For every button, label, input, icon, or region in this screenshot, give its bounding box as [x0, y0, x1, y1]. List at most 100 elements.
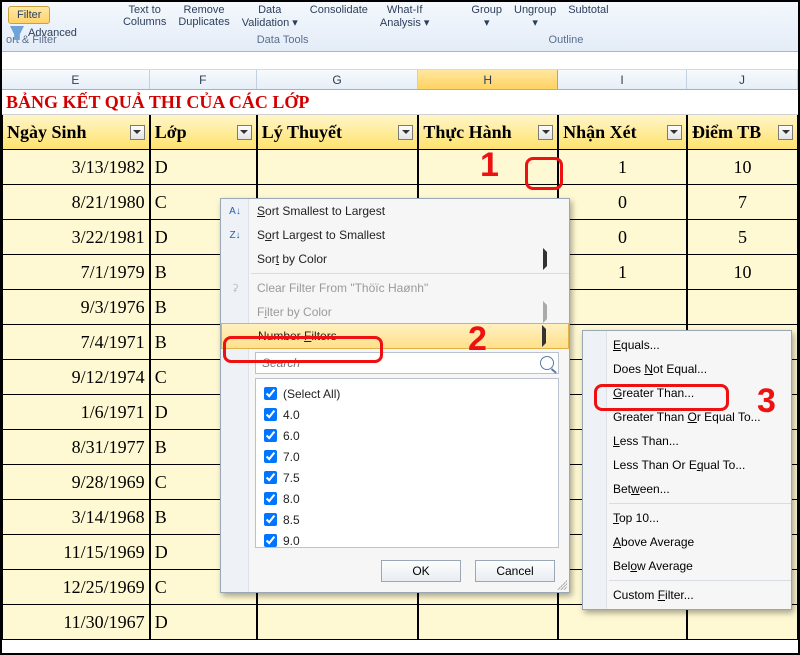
sheet-title: BẢNG KẾT QUẢ THI CỦA CÁC LỚP: [2, 92, 309, 113]
table-row[interactable]: 11/30/1967D: [2, 605, 798, 640]
cell-diem-tb[interactable]: 5: [687, 220, 798, 255]
cell-ly-thuyet[interactable]: [257, 150, 419, 185]
column-headers: E F G H I J: [2, 70, 798, 90]
number-filters-submenu: Equals... Does Not Equal... Greater Than…: [582, 330, 792, 610]
cell-nhan-xet[interactable]: 1: [558, 150, 687, 185]
sub-custom-filter[interactable]: Custom Filter...: [583, 583, 791, 607]
menu-clear-filter: ⚳ Clear Filter From "Thöïc Haønh": [221, 276, 569, 300]
cell-diem-tb[interactable]: [687, 605, 798, 640]
sort-desc-icon: Z↓: [227, 227, 243, 243]
chk-value[interactable]: 8.5: [258, 509, 556, 530]
table-row[interactable]: 3/13/1982D 110: [2, 150, 798, 185]
filter-dropdown-thuc-hanh[interactable]: [538, 125, 553, 140]
filter-dropdown-nhan-xet[interactable]: [667, 125, 682, 140]
sub-equals[interactable]: Equals...: [583, 333, 791, 357]
filter-dropdown-lop[interactable]: [237, 125, 252, 140]
cell-diem-tb[interactable]: 10: [687, 150, 798, 185]
cell-nhan-xet[interactable]: 0: [558, 185, 687, 220]
cell-lop[interactable]: D: [150, 150, 257, 185]
hdr-lop: Lớp: [150, 115, 257, 150]
cell-lop[interactable]: D: [150, 605, 257, 640]
ok-button[interactable]: OK: [381, 560, 461, 582]
col-header-F[interactable]: F: [150, 70, 257, 89]
sub-top10[interactable]: Top 10...: [583, 506, 791, 530]
text-to-columns-button[interactable]: Text toColumns: [123, 4, 166, 28]
data-tools-group-label: Data Tools: [257, 34, 309, 46]
ribbon: Filter Advanced Text toColumns RemoveDup…: [2, 2, 798, 52]
cell-ngay[interactable]: 1/6/1971: [2, 395, 150, 430]
menu-sort-desc[interactable]: Z↓ Sort Largest to Smallest: [221, 223, 569, 247]
cell-nhan-xet[interactable]: 0: [558, 220, 687, 255]
hdr-ngay-sinh: Ngày Sinh: [2, 115, 150, 150]
annotation-num-1: 1: [480, 146, 499, 185]
menu-sort-by-color[interactable]: Sort by Color: [221, 247, 569, 271]
cell-ngay[interactable]: 3/14/1968: [2, 500, 150, 535]
sub-less-than[interactable]: Less Than...: [583, 429, 791, 453]
col-header-G[interactable]: G: [257, 70, 419, 89]
annotation-num-2: 2: [468, 320, 487, 359]
col-header-E[interactable]: E: [2, 70, 150, 89]
filter-dropdown-ngay-sinh[interactable]: [130, 125, 145, 140]
annotation-num-3: 3: [757, 382, 776, 421]
hdr-thuc-hanh: Thực Hành: [418, 115, 558, 150]
cell-ngay[interactable]: 11/30/1967: [2, 605, 150, 640]
col-header-I[interactable]: I: [558, 70, 687, 89]
data-validation-button[interactable]: DataValidation ▾: [242, 4, 298, 29]
sub-above-avg[interactable]: Above Average: [583, 530, 791, 554]
filter-dropdown-ly-thuyet[interactable]: [398, 125, 413, 140]
cell-ngay[interactable]: 3/13/1982: [2, 150, 150, 185]
cell-nhan-xet[interactable]: 1: [558, 255, 687, 290]
sub-between[interactable]: Between...: [583, 477, 791, 501]
cell-ngay[interactable]: 9/3/1976: [2, 290, 150, 325]
annotation-box-1: [525, 157, 563, 190]
filter-value-list[interactable]: (Select All) 4.06.07.07.58.08.59.09.5: [255, 378, 559, 548]
cell-ngay[interactable]: 12/25/1969: [2, 570, 150, 605]
filter-button[interactable]: Filter: [8, 6, 50, 24]
cell-thuc-hanh[interactable]: [418, 605, 558, 640]
cell-ngay[interactable]: 7/4/1971: [2, 325, 150, 360]
chk-select-all[interactable]: (Select All): [258, 383, 556, 404]
cell-ngay[interactable]: 9/12/1974: [2, 360, 150, 395]
whatif-button[interactable]: What-IfAnalysis ▾: [380, 4, 430, 29]
cell-ngay[interactable]: 11/15/1969: [2, 535, 150, 570]
sub-less-than-eq[interactable]: Less Than Or Equal To...: [583, 453, 791, 477]
group-button[interactable]: Group▾: [471, 4, 502, 29]
cancel-button[interactable]: Cancel: [475, 560, 555, 582]
cell-ngay[interactable]: 9/28/1969: [2, 465, 150, 500]
cell-ngay[interactable]: 7/1/1979: [2, 255, 150, 290]
cell-nhan-xet[interactable]: [558, 605, 687, 640]
cell-diem-tb[interactable]: [687, 290, 798, 325]
menu-filter-by-color: Filter by Color: [221, 300, 569, 324]
chk-value[interactable]: 7.0: [258, 446, 556, 467]
resize-handle[interactable]: [557, 580, 567, 590]
chk-value[interactable]: 4.0: [258, 404, 556, 425]
cell-ngay[interactable]: 3/22/1981: [2, 220, 150, 255]
chk-value[interactable]: 8.0: [258, 488, 556, 509]
sub-below-avg[interactable]: Below Average: [583, 554, 791, 578]
consolidate-button[interactable]: Consolidate: [310, 4, 368, 16]
chk-value[interactable]: 6.0: [258, 425, 556, 446]
remove-duplicates-button[interactable]: RemoveDuplicates: [178, 4, 229, 28]
title-row: BẢNG KẾT QUẢ THI CỦA CÁC LỚP: [2, 90, 798, 115]
cell-nhan-xet[interactable]: [558, 290, 687, 325]
hdr-diem-tb: Điểm TB: [687, 115, 798, 150]
menu-sort-asc[interactable]: A↓ Sort Smallest to Largest: [221, 199, 569, 223]
cell-ngay[interactable]: 8/31/1977: [2, 430, 150, 465]
chk-value[interactable]: 7.5: [258, 467, 556, 488]
filter-dropdown-diem-tb[interactable]: [778, 125, 793, 140]
cell-ngay[interactable]: 8/21/1980: [2, 185, 150, 220]
sub-not-equal[interactable]: Does Not Equal...: [583, 357, 791, 381]
ungroup-button[interactable]: Ungroup▾: [514, 4, 556, 29]
col-header-J[interactable]: J: [687, 70, 798, 89]
cell-diem-tb[interactable]: 7: [687, 185, 798, 220]
filter-context-menu: A↓ Sort Smallest to Largest Z↓ Sort Larg…: [220, 198, 570, 593]
cell-ly-thuyet[interactable]: [257, 605, 419, 640]
sort-asc-icon: A↓: [227, 203, 243, 219]
cell-diem-tb[interactable]: 10: [687, 255, 798, 290]
subtotal-button[interactable]: Subtotal: [568, 4, 608, 16]
hdr-nhan-xet: Nhận Xét: [558, 115, 687, 150]
chk-value[interactable]: 9.0: [258, 530, 556, 548]
table-header-row: Ngày Sinh Lớp Lý Thuyết Thực Hành Nhận X…: [2, 115, 798, 150]
col-header-H[interactable]: H: [418, 70, 558, 89]
outline-group-label: Outline: [549, 34, 584, 46]
